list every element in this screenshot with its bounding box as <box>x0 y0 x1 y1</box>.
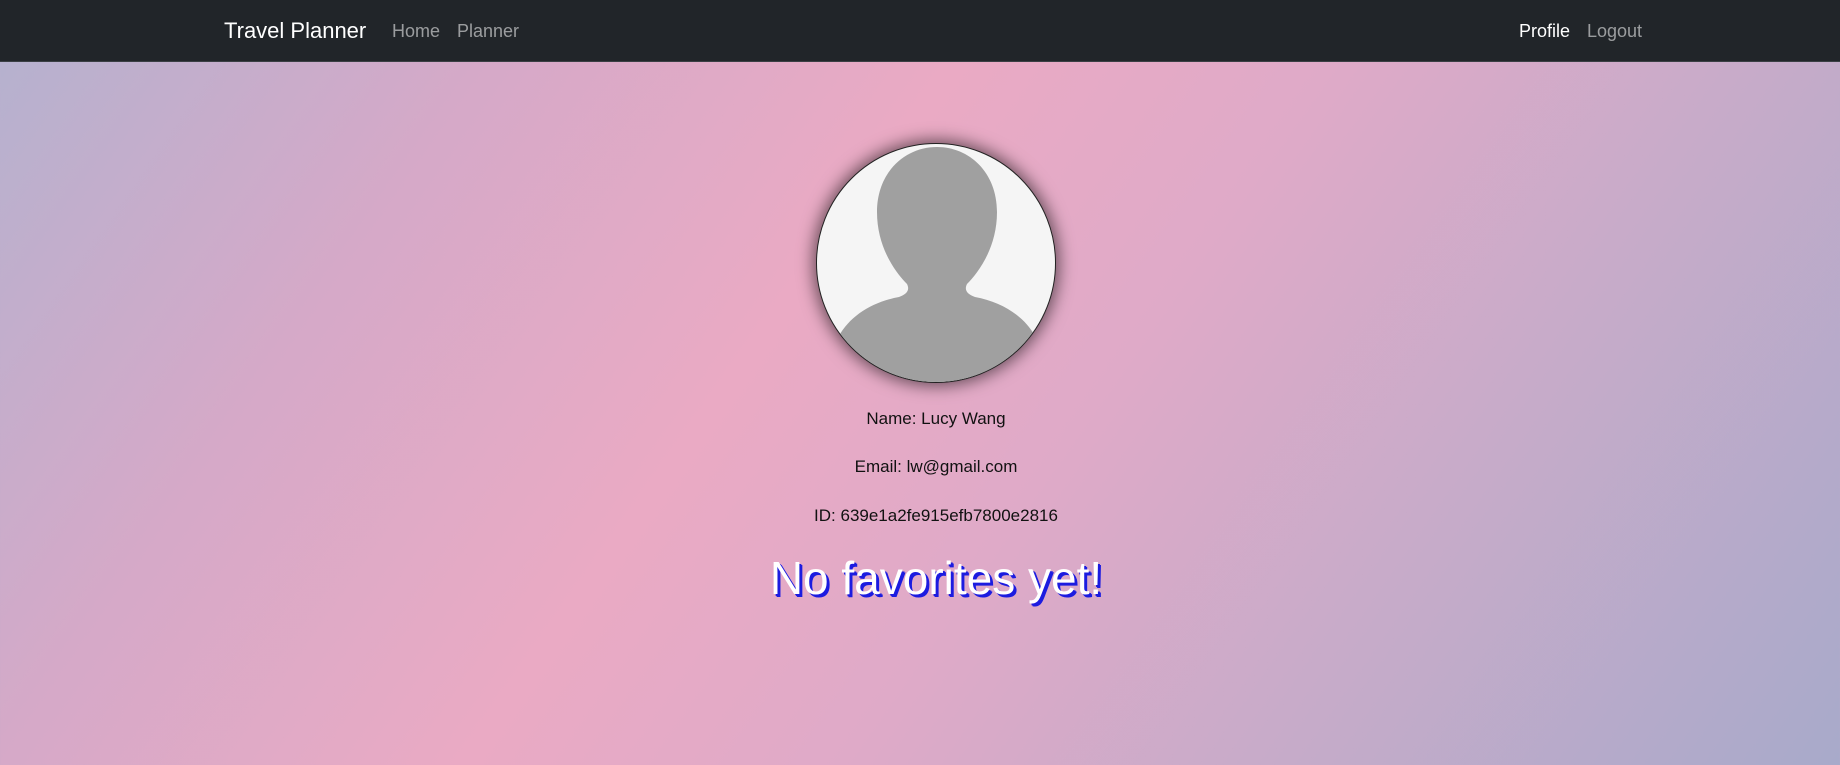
profile-id: ID: 639e1a2fe915efb7800e2816 <box>814 506 1058 525</box>
nav-profile-link[interactable]: Profile <box>1519 20 1570 42</box>
person-silhouette-icon <box>839 147 1035 382</box>
nav-home-link[interactable]: Home <box>392 20 440 42</box>
nav-logout-link[interactable]: Logout <box>1587 20 1642 42</box>
profile-email: Email: lw@gmail.com <box>854 457 1018 476</box>
profile-name: Name: Lucy Wang <box>866 409 1006 428</box>
brand-link[interactable]: Travel Planner <box>224 18 366 44</box>
top-navbar: Travel Planner Home Planner Profile Logo… <box>0 0 1840 62</box>
nav-planner-link[interactable]: Planner <box>457 20 519 42</box>
favorites-empty-message: No favorites yet! <box>769 552 1103 604</box>
avatar <box>816 143 1056 383</box>
